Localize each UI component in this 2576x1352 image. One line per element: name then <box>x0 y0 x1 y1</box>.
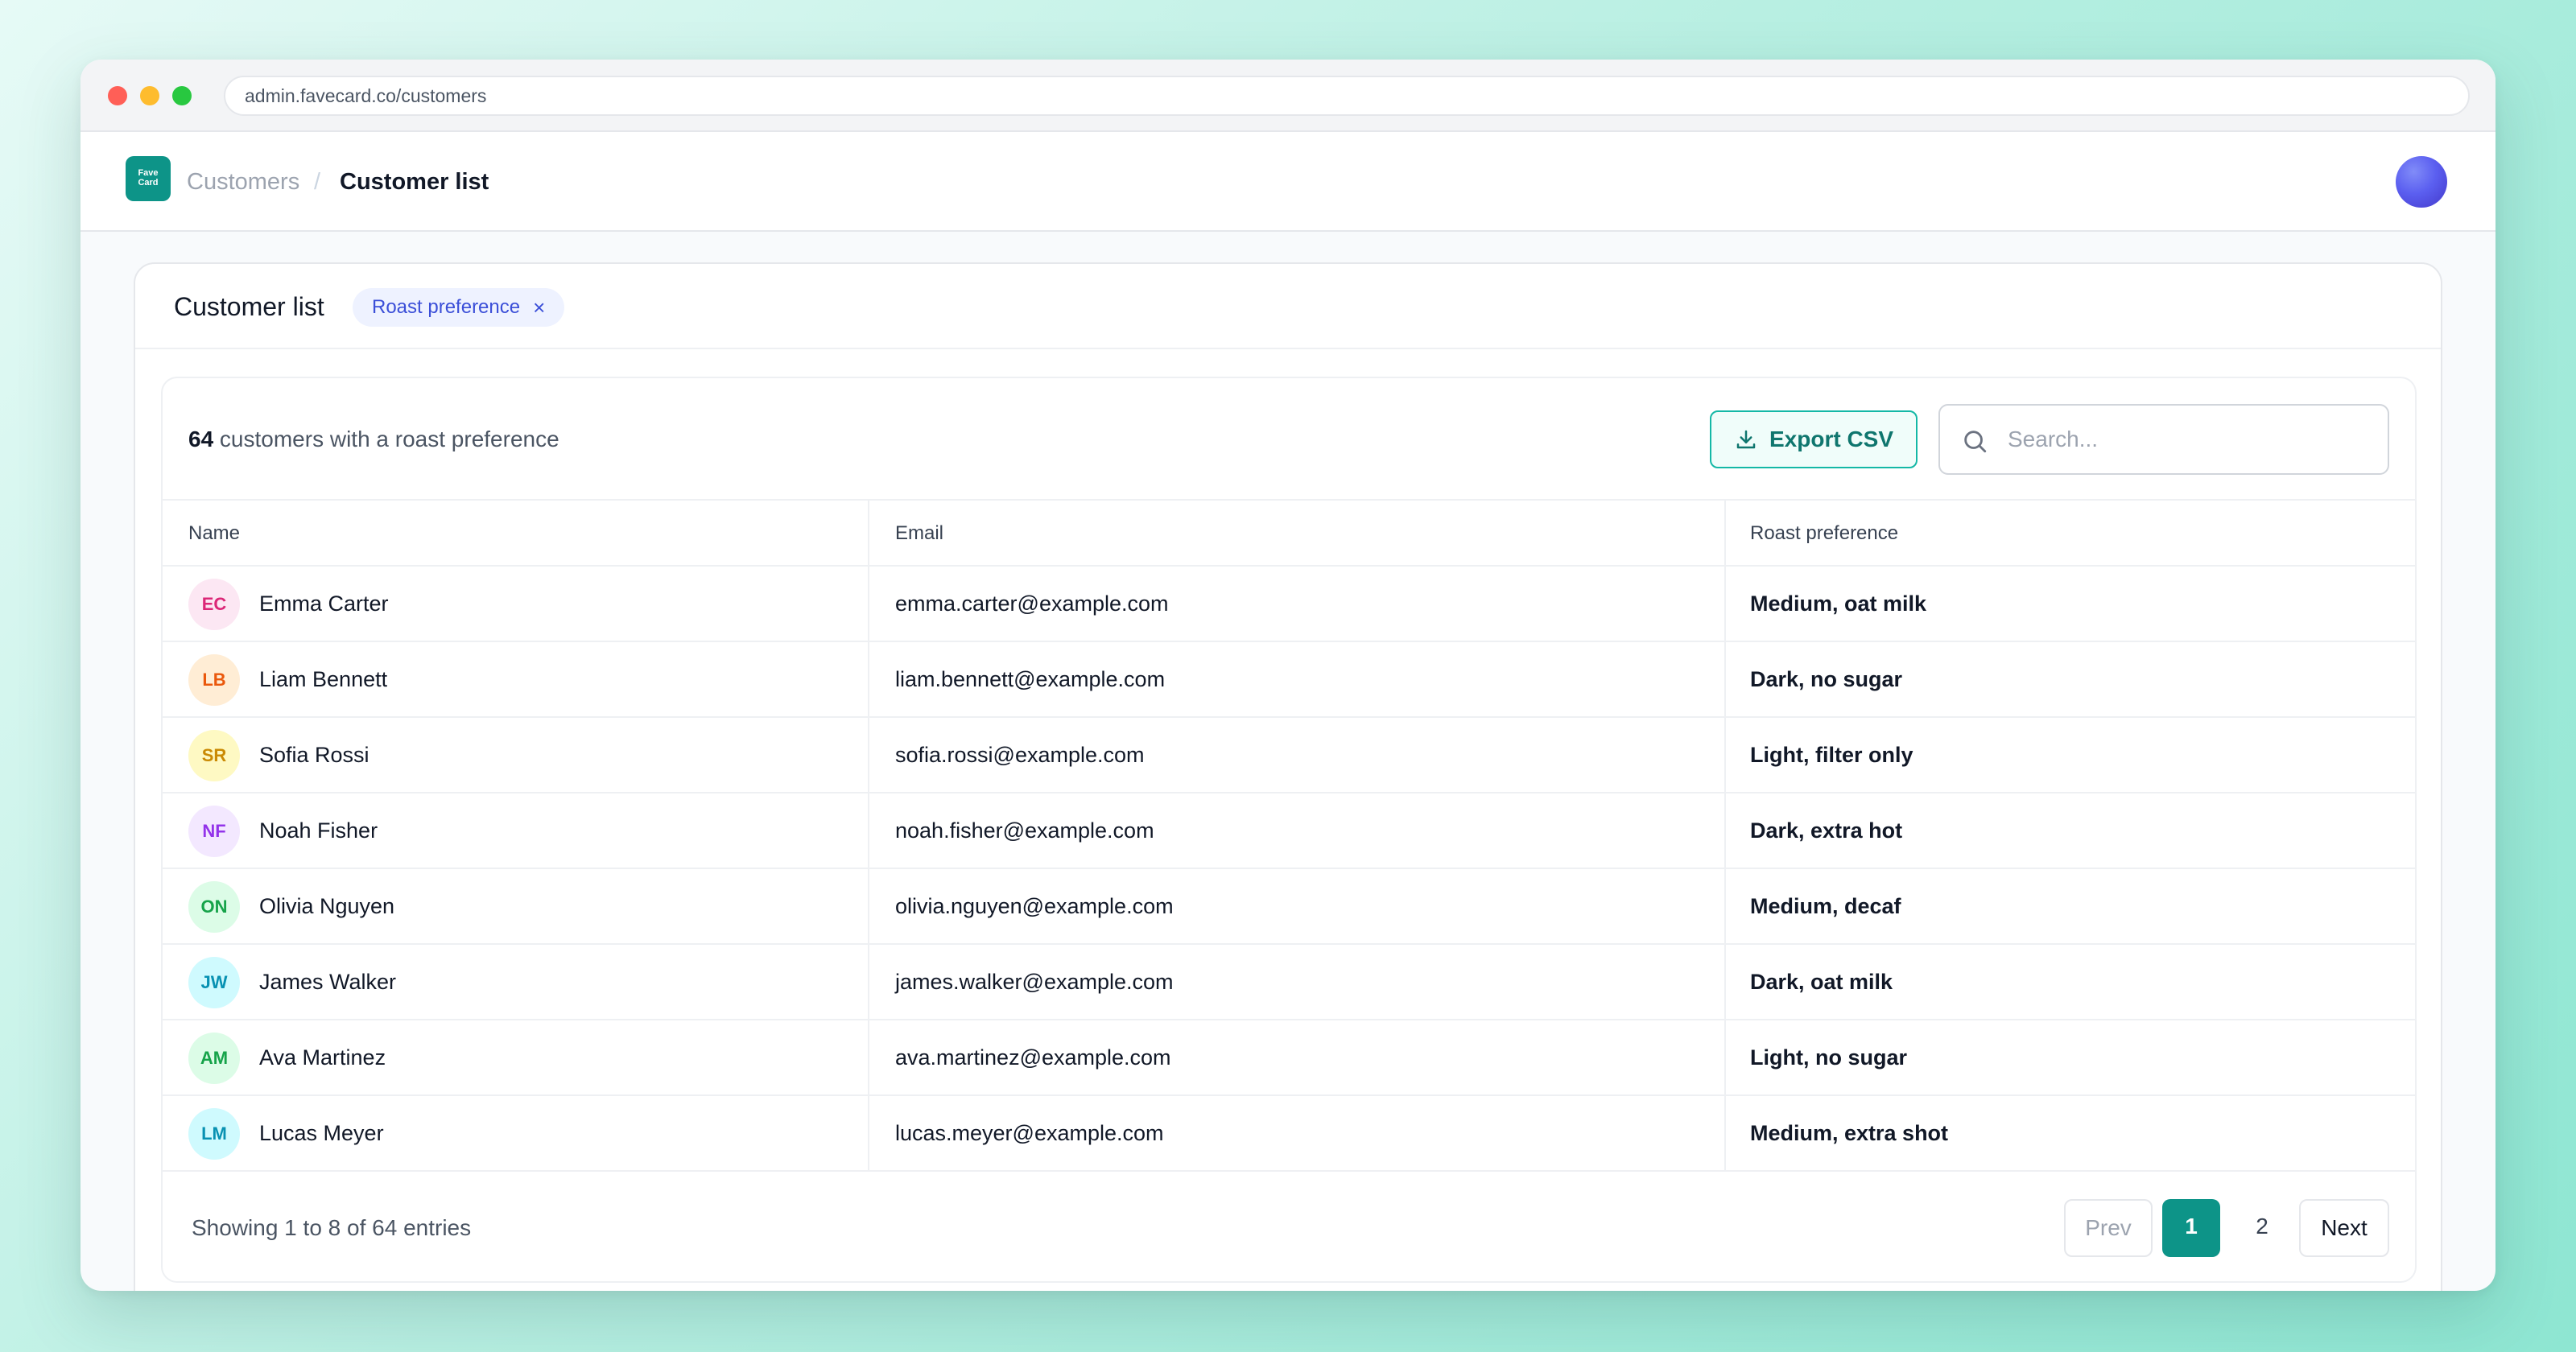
customer-avatar: LB <box>188 654 240 706</box>
customer-roast-preference: Light, no sugar <box>1750 1045 1907 1070</box>
customer-roast-preference: Medium, decaf <box>1750 894 1901 918</box>
table-row[interactable]: AM Ava Martinez ava.martinez@example.com… <box>163 1020 2415 1096</box>
customer-avatar: JW <box>188 957 240 1008</box>
pagination-summary: Showing 1 to 8 of 64 entries <box>192 1215 472 1240</box>
customer-avatar: EC <box>188 579 240 630</box>
customer-avatar: AM <box>188 1033 240 1084</box>
breadcrumb-customers[interactable]: Customers <box>187 132 299 232</box>
customer-table-panel: 64 customers with a roast preference Exp… <box>161 377 2417 1283</box>
export-csv-button[interactable]: Export CSV <box>1710 410 1918 468</box>
search-input[interactable] <box>2008 406 2370 473</box>
filter-chip-roast-preference[interactable]: Roast preference × <box>353 288 565 327</box>
table-row[interactable]: EC Emma Carter emma.carter@example.com M… <box>163 567 2415 642</box>
close-window-button[interactable] <box>108 86 127 105</box>
breadcrumb-current: Customer list <box>340 169 489 195</box>
card-title: Customer list <box>174 292 324 321</box>
page-1-button[interactable]: 1 <box>2162 1199 2220 1257</box>
search-icon <box>1964 431 1987 453</box>
customer-avatar: ON <box>188 881 240 933</box>
maximize-window-button[interactable] <box>172 86 192 105</box>
next-page-button[interactable]: Next <box>2299 1199 2389 1257</box>
customer-avatar: LM <box>188 1108 240 1160</box>
table-row[interactable]: ON Olivia Nguyen olivia.nguyen@example.c… <box>163 869 2415 945</box>
result-count: 64 customers with a roast preference <box>188 378 559 501</box>
customer-email: noah.fisher@example.com <box>895 818 1154 843</box>
customer-name: Lucas Meyer <box>259 1121 384 1145</box>
customer-avatar: NF <box>188 806 240 857</box>
table-footer: Showing 1 to 8 of 64 entries Prev 1 2 Ne… <box>163 1172 2415 1281</box>
customer-avatar: SR <box>188 730 240 781</box>
result-count-label: customers with a roast preference <box>213 427 559 451</box>
customer-email: emma.carter@example.com <box>895 592 1169 616</box>
customer-email: ava.martinez@example.com <box>895 1045 1171 1070</box>
browser-titlebar: admin.favecard.co/customers <box>80 60 2496 132</box>
minimize-window-button[interactable] <box>140 86 159 105</box>
customer-name: Sofia Rossi <box>259 743 369 767</box>
table-row[interactable]: LM Lucas Meyer lucas.meyer@example.com M… <box>163 1096 2415 1172</box>
search-box[interactable] <box>1938 404 2389 475</box>
table-toolbar: 64 customers with a roast preference Exp… <box>163 378 2415 501</box>
address-bar[interactable]: admin.favecard.co/customers <box>224 76 2470 116</box>
browser-window: admin.favecard.co/customers Fave Card Cus… <box>80 60 2496 1291</box>
column-header-roast-preference[interactable]: Roast preference <box>1750 501 1898 567</box>
customer-roast-preference: Dark, no sugar <box>1750 667 1903 691</box>
customer-email: lucas.meyer@example.com <box>895 1121 1164 1145</box>
customer-roast-preference: Dark, extra hot <box>1750 818 1903 843</box>
customer-email: olivia.nguyen@example.com <box>895 894 1174 918</box>
page-2-button[interactable]: 2 <box>2233 1199 2291 1257</box>
customer-email: sofia.rossi@example.com <box>895 743 1145 767</box>
breadcrumb-separator: / <box>314 169 321 195</box>
table-row[interactable]: SR Sofia Rossi sofia.rossi@example.com L… <box>163 718 2415 793</box>
avatar[interactable] <box>2396 156 2447 208</box>
download-icon <box>1736 430 1756 449</box>
customer-name: James Walker <box>259 970 397 994</box>
customer-list-card: Customer list Roast preference × 64 cust… <box>134 262 2442 1291</box>
close-icon[interactable]: × <box>533 288 545 327</box>
app-header: Fave Card Customers / Customer list <box>80 132 2496 232</box>
customer-name: Olivia Nguyen <box>259 894 395 918</box>
customer-name: Ava Martinez <box>259 1045 386 1070</box>
table-row[interactable]: JW James Walker james.walker@example.com… <box>163 945 2415 1020</box>
customer-name: Liam Bennett <box>259 667 388 691</box>
customer-roast-preference: Dark, oat milk <box>1750 970 1893 994</box>
filter-chip-label: Roast preference <box>372 296 521 318</box>
card-header: Customer list Roast preference × <box>135 264 2441 349</box>
table-row[interactable]: LB Liam Bennett liam.bennett@example.com… <box>163 642 2415 718</box>
customer-roast-preference: Medium, oat milk <box>1750 592 1927 616</box>
table-row[interactable]: NF Noah Fisher noah.fisher@example.com D… <box>163 793 2415 869</box>
table-header: Name Email Roast preference <box>163 501 2415 567</box>
result-count-number: 64 <box>188 427 214 451</box>
column-header-email[interactable]: Email <box>895 501 943 567</box>
customer-email: liam.bennett@example.com <box>895 667 1166 691</box>
export-csv-label: Export CSV <box>1769 427 1894 451</box>
customer-name: Noah Fisher <box>259 818 378 843</box>
column-header-name[interactable]: Name <box>188 501 240 567</box>
favecard-logo[interactable]: Fave Card <box>126 156 171 201</box>
customer-email: james.walker@example.com <box>895 970 1174 994</box>
prev-page-button[interactable]: Prev <box>2064 1199 2153 1257</box>
customer-name: Emma Carter <box>259 592 389 616</box>
customer-roast-preference: Medium, extra shot <box>1750 1121 1949 1145</box>
customer-roast-preference: Light, filter only <box>1750 743 1913 767</box>
